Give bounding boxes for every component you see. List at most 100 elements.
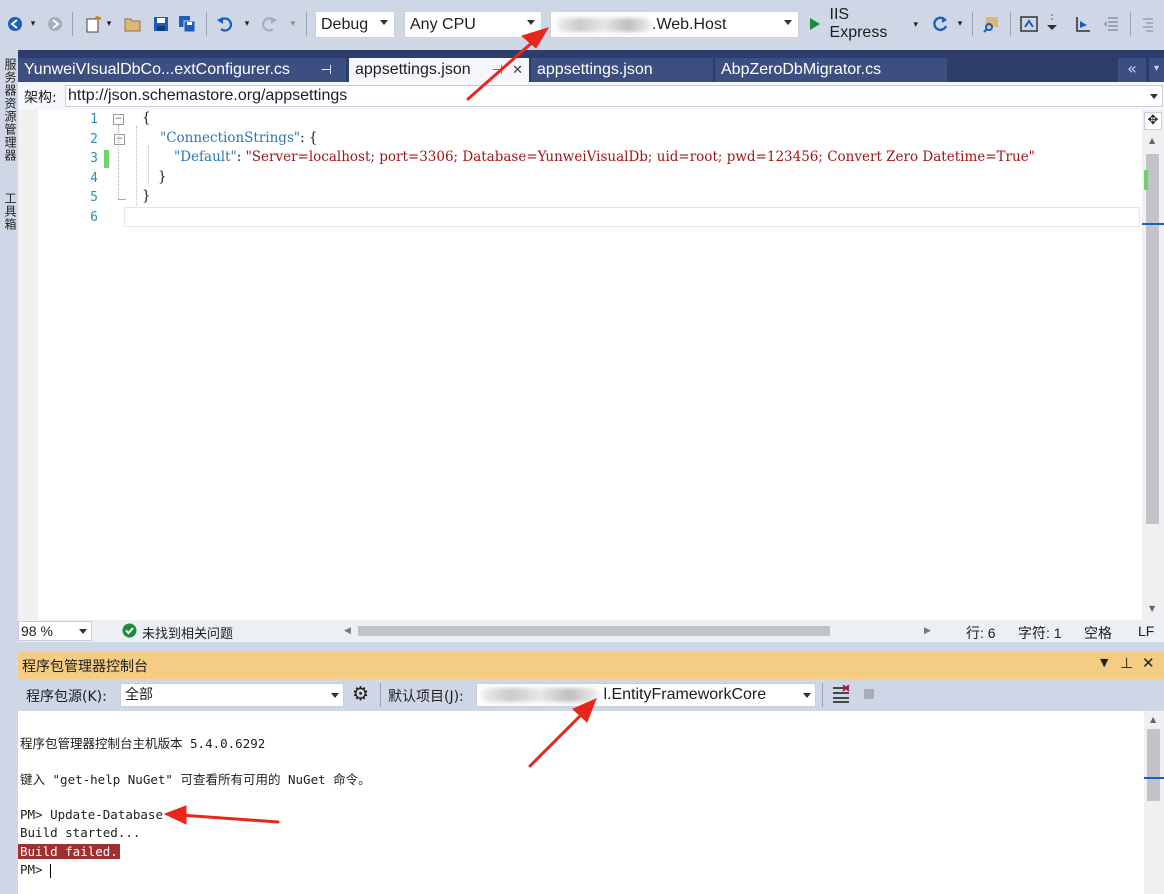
default-project-label: 默认项目(J): — [388, 689, 464, 705]
line-number: 4 — [90, 171, 98, 186]
no-issues-icon[interactable] — [122, 623, 137, 641]
scroll-down-icon[interactable]: ▼ — [1149, 604, 1155, 613]
save-all-icon[interactable] — [176, 11, 198, 37]
prompt-text: PM> — [20, 862, 51, 877]
browser-icon[interactable] — [1018, 11, 1040, 37]
undo-icon[interactable] — [214, 11, 236, 37]
panel-title: 程序包管理器控制台 — [22, 659, 148, 675]
code-line-5: } — [142, 188, 151, 204]
code-line-1: { — [142, 110, 151, 126]
close-icon[interactable]: ✕ — [512, 62, 523, 78]
pin-icon[interactable]: ⊣ — [321, 62, 332, 78]
code-line-4: } — [158, 169, 167, 185]
schema-label: 架构: — [24, 90, 57, 106]
collapse-icon[interactable]: − — [113, 114, 124, 125]
json-punct: : — [236, 149, 246, 165]
zoom-value: 98 % — [21, 623, 53, 639]
console-vertical-scrollbar[interactable]: ▲ — [1144, 711, 1164, 894]
undo-dropdown-icon[interactable]: ▾ — [242, 11, 252, 37]
back-icon[interactable] — [6, 11, 24, 37]
redacted-blur — [556, 17, 652, 32]
zoom-select[interactable]: 98 % — [18, 621, 92, 641]
startup-project-value: .Web.Host — [652, 15, 727, 33]
indent-indicator[interactable]: 空格 — [1084, 623, 1112, 643]
main-toolbar: ▾ ▾ ▾ ▾ Debug Any CPU .Web.Host IIS Expr… — [0, 0, 1164, 50]
server-explorer-tab[interactable]: 服务器资源管理器 — [2, 58, 19, 162]
schema-select[interactable]: http://json.schemastore.org/appsettings — [65, 85, 1163, 107]
package-manager-header: 程序包管理器控制台 ▼ ⊥ ✕ — [18, 652, 1164, 679]
json-string: "Server=localhost; port=3306; Database=Y… — [245, 149, 1035, 165]
change-marker — [104, 150, 109, 168]
package-source-select[interactable]: 全部 — [120, 683, 344, 707]
platform-value: Any CPU — [410, 15, 476, 33]
forward-icon[interactable] — [46, 11, 64, 37]
run-button[interactable]: IIS Express ▾ — [808, 6, 918, 41]
outdent-icon[interactable] — [1100, 11, 1122, 37]
find-in-files-icon[interactable] — [980, 11, 1002, 37]
redo-dropdown-icon[interactable]: ▾ — [288, 11, 298, 37]
platform-select[interactable]: Any CPU — [404, 11, 542, 38]
refresh-dropdown-icon[interactable]: ▾ — [955, 11, 965, 37]
console-error-line: Build failed. — [18, 844, 120, 859]
tab-abpzero-migrator[interactable]: AbpZeroDbMigrator.cs — [715, 58, 947, 82]
close-icon[interactable]: ✕ — [1142, 654, 1155, 672]
pin-icon[interactable]: ⊣ — [492, 62, 503, 78]
document-tab-bar: YunweiVIsualDbCo...extConfigurer.cs ⊣ ap… — [18, 50, 1164, 82]
toolbox-tab[interactable]: 工具箱 — [2, 192, 19, 231]
left-tool-strip: 服务器资源管理器 工具箱 — [0, 50, 18, 894]
refresh-icon[interactable] — [930, 11, 950, 37]
char-indicator: 字符: 1 — [1018, 625, 1062, 641]
step-icon[interactable] — [1072, 11, 1094, 37]
settings-gear-icon[interactable]: ⚙ — [352, 683, 369, 705]
new-item-icon[interactable] — [82, 11, 104, 37]
tab-appsettings-active[interactable]: appsettings.json ⊣ ✕ — [349, 58, 529, 82]
change-marker — [1144, 170, 1148, 190]
default-project-value: l.EntityFrameworkCore — [603, 686, 767, 703]
horizontal-scrollbar-thumb[interactable] — [358, 626, 830, 636]
default-project-select[interactable]: l.EntityFrameworkCore — [476, 683, 816, 707]
tab-overflow-icon[interactable]: « — [1118, 58, 1146, 82]
line-number: 6 — [90, 210, 98, 225]
console-line: 键入 "get-help NuGet" 可查看所有可用的 NuGet 命令。 — [20, 772, 371, 787]
caret-marker — [1144, 777, 1164, 779]
line-number: 1 — [90, 112, 98, 127]
clear-console-icon[interactable] — [832, 684, 850, 707]
editor-vertical-scrollbar[interactable]: ✥ ▲ ▼ — [1142, 110, 1164, 620]
json-key: "ConnectionStrings" — [160, 130, 301, 146]
comment-lines-icon[interactable] — [1138, 11, 1158, 37]
layout-dropdown-icon[interactable] — [1044, 11, 1060, 37]
save-icon[interactable] — [150, 11, 172, 37]
tab-label: appsettings.json — [355, 61, 471, 78]
package-manager-toolbar: 程序包源(K): 全部 ⚙ 默认项目(J): l.EntityFramework… — [18, 679, 1164, 711]
scroll-left-icon[interactable]: ◀ — [344, 625, 351, 636]
tab-appsettings-2[interactable]: appsettings.json — [531, 58, 713, 82]
panel-dropdown-icon[interactable]: ▼ — [1100, 656, 1108, 669]
console-output[interactable]: 程序包管理器控制台主机版本 5.4.0.6292 键入 "get-help Nu… — [18, 711, 1144, 894]
code-line-2: "ConnectionStrings": { — [160, 130, 318, 146]
solution-config-select[interactable]: Debug — [315, 11, 395, 38]
issues-text: 未找到相关问题 — [142, 626, 234, 641]
scrollbar-thumb[interactable] — [1146, 154, 1159, 524]
tab-list-dropdown-icon[interactable]: ▾ — [1149, 58, 1164, 82]
new-dropdown-icon[interactable]: ▾ — [104, 11, 114, 37]
eol-indicator[interactable]: LF — [1138, 623, 1154, 639]
scroll-up-icon[interactable]: ▲ — [1150, 715, 1156, 724]
code-editor[interactable]: 1 2 3 4 5 6 − − { "ConnectionStrings": {… — [18, 110, 1142, 620]
redo-icon[interactable] — [258, 11, 280, 37]
back-dropdown-icon[interactable]: ▾ — [28, 11, 38, 37]
startup-project-select[interactable]: .Web.Host — [550, 11, 799, 38]
console-prompt[interactable]: PM> — [20, 862, 52, 878]
package-source-label: 程序包源(K): — [26, 689, 107, 705]
tab-dbcontext-configurer[interactable]: YunweiVIsualDbCo...extConfigurer.cs ⊣ — [18, 58, 346, 82]
scroll-up-icon[interactable]: ▲ — [1149, 136, 1155, 145]
pin-icon[interactable]: ⊥ — [1120, 654, 1133, 672]
editor-margin — [18, 110, 38, 620]
package-source-value: 全部 — [125, 687, 153, 703]
stop-icon[interactable] — [864, 689, 874, 699]
line-number: 3 — [90, 151, 98, 166]
open-folder-icon[interactable] — [122, 11, 144, 37]
split-window-icon[interactable]: ✥ — [1144, 112, 1162, 130]
scrollbar-thumb[interactable] — [1147, 729, 1160, 801]
run-label: IIS Express — [829, 6, 888, 41]
scroll-right-icon[interactable]: ▶ — [924, 625, 931, 636]
